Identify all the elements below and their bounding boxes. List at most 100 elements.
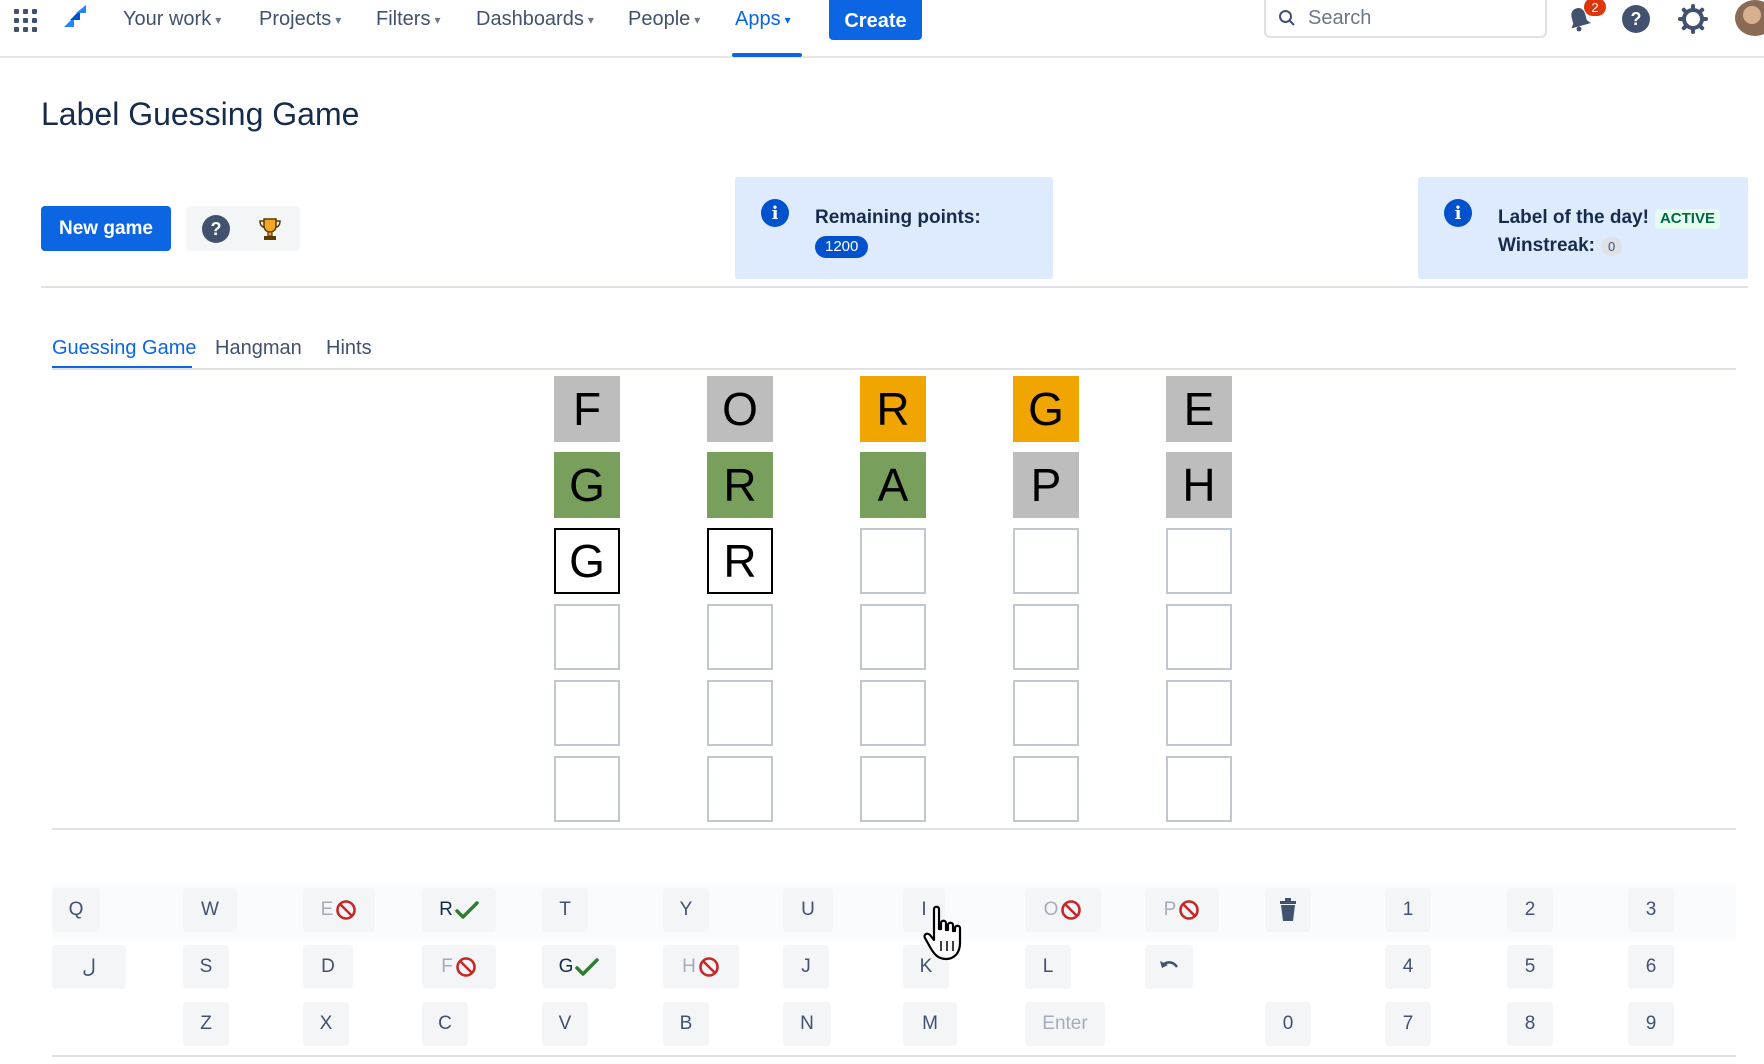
key-letter[interactable]: 5	[1507, 945, 1553, 989]
nav-apps[interactable]: Apps ▾	[735, 6, 791, 32]
keyboard-divider	[52, 1055, 1736, 1057]
letter-tile: E	[1166, 376, 1232, 442]
key-letter[interactable]: G	[542, 945, 616, 989]
nav-label: Projects	[259, 7, 332, 30]
key-letter[interactable]: H	[663, 945, 739, 989]
key-label: ﻝ	[82, 956, 96, 978]
key-letter[interactable]: T	[542, 888, 588, 932]
info-icon: i	[1444, 199, 1472, 227]
letter-tile	[1013, 604, 1079, 670]
key-letter[interactable]: S	[183, 945, 229, 989]
prohibited-icon	[1061, 900, 1082, 920]
create-button[interactable]: Create	[829, 0, 922, 40]
key-letter[interactable]: Y	[663, 888, 709, 932]
tab-guessing-game[interactable]: Guessing Game	[52, 337, 197, 360]
key-letter[interactable]: N	[783, 1002, 831, 1046]
letter-tile	[1013, 756, 1079, 822]
key-label: X	[319, 1013, 333, 1034]
new-game-button[interactable]: New game	[41, 206, 171, 251]
trash-icon	[1280, 898, 1296, 921]
letter-tile	[1013, 680, 1079, 746]
letter-tile: F	[554, 376, 620, 442]
key-letter[interactable]: M	[903, 1002, 957, 1046]
key-letter[interactable]: L	[1025, 945, 1071, 989]
letter-tile	[860, 680, 926, 746]
delete-key[interactable]	[1265, 888, 1311, 932]
jira-logo-icon[interactable]	[60, 5, 90, 33]
key-label: F	[441, 956, 453, 977]
key-letter[interactable]: O	[1025, 888, 1101, 932]
key-letter[interactable]: Q	[52, 888, 100, 932]
key-letter[interactable]: 6	[1628, 945, 1674, 989]
key-label: W	[201, 899, 219, 920]
app-switcher-icon[interactable]	[14, 9, 38, 33]
nav-label: Dashboards	[476, 7, 584, 30]
key-letter[interactable]: R	[422, 888, 496, 932]
leaderboard-button[interactable]	[240, 206, 300, 251]
key-letter[interactable]: 2	[1507, 888, 1553, 932]
key-label: Q	[68, 899, 84, 920]
key-letter[interactable]: 1	[1385, 888, 1431, 932]
key-letter[interactable]: F	[422, 945, 496, 989]
nav-your-work[interactable]: Your work ▾	[123, 6, 221, 32]
key-label: 2	[1524, 899, 1536, 920]
key-letter[interactable]: 8	[1507, 1002, 1553, 1046]
remaining-points-text: Remaining points: 1200	[815, 204, 981, 260]
key-label: 5	[1524, 956, 1536, 977]
key-letter[interactable]: W	[183, 888, 237, 932]
chevron-down-icon: ▾	[335, 13, 342, 27]
key-letter[interactable]: Z	[183, 1002, 229, 1046]
key-letter[interactable]: 3	[1628, 888, 1674, 932]
key-letter[interactable]: 9	[1628, 1002, 1674, 1046]
svg-text:?: ?	[1631, 9, 1642, 29]
key-letter[interactable]: 4	[1385, 945, 1431, 989]
key-label: Z	[200, 1013, 212, 1034]
key-letter[interactable]: V	[542, 1002, 588, 1046]
undo-key[interactable]	[1145, 945, 1193, 989]
board-row: FORGE	[554, 376, 1234, 442]
key-letter[interactable]: P	[1145, 888, 1219, 932]
settings-button[interactable]	[1676, 2, 1710, 36]
tab-hints[interactable]: Hints	[326, 337, 372, 360]
prohibited-icon	[1179, 900, 1200, 920]
key-label: Enter	[1042, 1013, 1088, 1034]
letter-tile: A	[860, 452, 926, 518]
key-letter[interactable]: E	[303, 888, 375, 932]
key-letter[interactable]: U	[783, 888, 833, 932]
key-letter[interactable]: 0	[1265, 1002, 1311, 1046]
help-button[interactable]: ?	[1619, 2, 1653, 36]
key-label: D	[321, 956, 335, 977]
remaining-points-label: Remaining points:	[815, 207, 981, 228]
search-placeholder: Search	[1308, 6, 1372, 29]
tabs-divider	[52, 368, 1736, 370]
key-letter[interactable]: X	[303, 1002, 349, 1046]
game-help-button[interactable]: ?	[186, 206, 246, 251]
tab-hangman[interactable]: Hangman	[215, 337, 302, 360]
letter-tile	[554, 680, 620, 746]
key-letter[interactable]: B	[663, 1002, 709, 1046]
key-enter[interactable]: Enter	[1025, 1002, 1105, 1046]
search-input[interactable]: Search	[1264, 0, 1547, 38]
user-avatar[interactable]	[1735, 0, 1764, 36]
nav-projects[interactable]: Projects ▾	[259, 6, 341, 32]
chevron-down-icon: ▾	[587, 13, 594, 27]
key-label: 3	[1645, 899, 1657, 920]
key-label: R	[439, 899, 453, 920]
chevron-down-icon: ▾	[434, 13, 441, 27]
help-icon: ?	[202, 214, 230, 243]
key-label: C	[438, 1013, 452, 1034]
key-letter[interactable]: 7	[1385, 1002, 1431, 1046]
nav-dashboards[interactable]: Dashboards ▾	[476, 6, 594, 32]
key-label: L	[1042, 956, 1054, 977]
letter-tile: G	[1013, 376, 1079, 442]
key-label: Y	[679, 899, 693, 920]
key-letter[interactable]: C	[422, 1002, 468, 1046]
letter-tile	[1013, 528, 1079, 594]
letter-tile	[1166, 528, 1232, 594]
nav-filters[interactable]: Filters ▾	[376, 6, 440, 32]
key-letter[interactable]: ﻝ	[52, 945, 126, 989]
key-letter[interactable]: D	[303, 945, 353, 989]
key-label: J	[801, 956, 811, 977]
key-letter[interactable]: J	[783, 945, 829, 989]
nav-people[interactable]: People ▾	[628, 6, 700, 32]
